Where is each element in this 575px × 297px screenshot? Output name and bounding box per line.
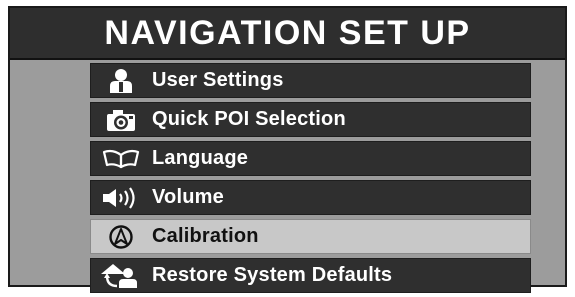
- menu-item-language[interactable]: Language: [90, 141, 531, 176]
- compass-icon: [90, 219, 152, 254]
- menu-item-restore-system-defaults[interactable]: Restore System Defaults: [90, 258, 531, 293]
- menu-item-label: Quick POI Selection: [152, 108, 346, 130]
- title-bar: NAVIGATION SET UP: [10, 8, 565, 60]
- menu-item-label: User Settings: [152, 69, 284, 91]
- menu-item-quick-poi-selection[interactable]: Quick POI Selection: [90, 102, 531, 137]
- menu-item-label: Restore System Defaults: [152, 264, 393, 286]
- restore-defaults-icon: [90, 258, 152, 293]
- page-title: NAVIGATION SET UP: [104, 13, 471, 52]
- speaker-volume-icon: [90, 180, 152, 215]
- menu-item-label: Volume: [152, 186, 224, 208]
- menu-item-label: Calibration: [152, 225, 259, 247]
- setup-menu: User Settings Quick POI Selection Langua…: [90, 63, 531, 297]
- menu-item-user-settings[interactable]: User Settings: [90, 63, 531, 98]
- menu-item-label: Language: [152, 147, 249, 169]
- menu-item-volume[interactable]: Volume: [90, 180, 531, 215]
- menu-item-calibration[interactable]: Calibration: [90, 219, 531, 254]
- user-icon: [90, 63, 152, 98]
- camera-icon: [90, 102, 152, 137]
- navigation-setup-screen: NAVIGATION SET UP User Settings Quick PO…: [8, 6, 567, 293]
- book-icon: [90, 141, 152, 176]
